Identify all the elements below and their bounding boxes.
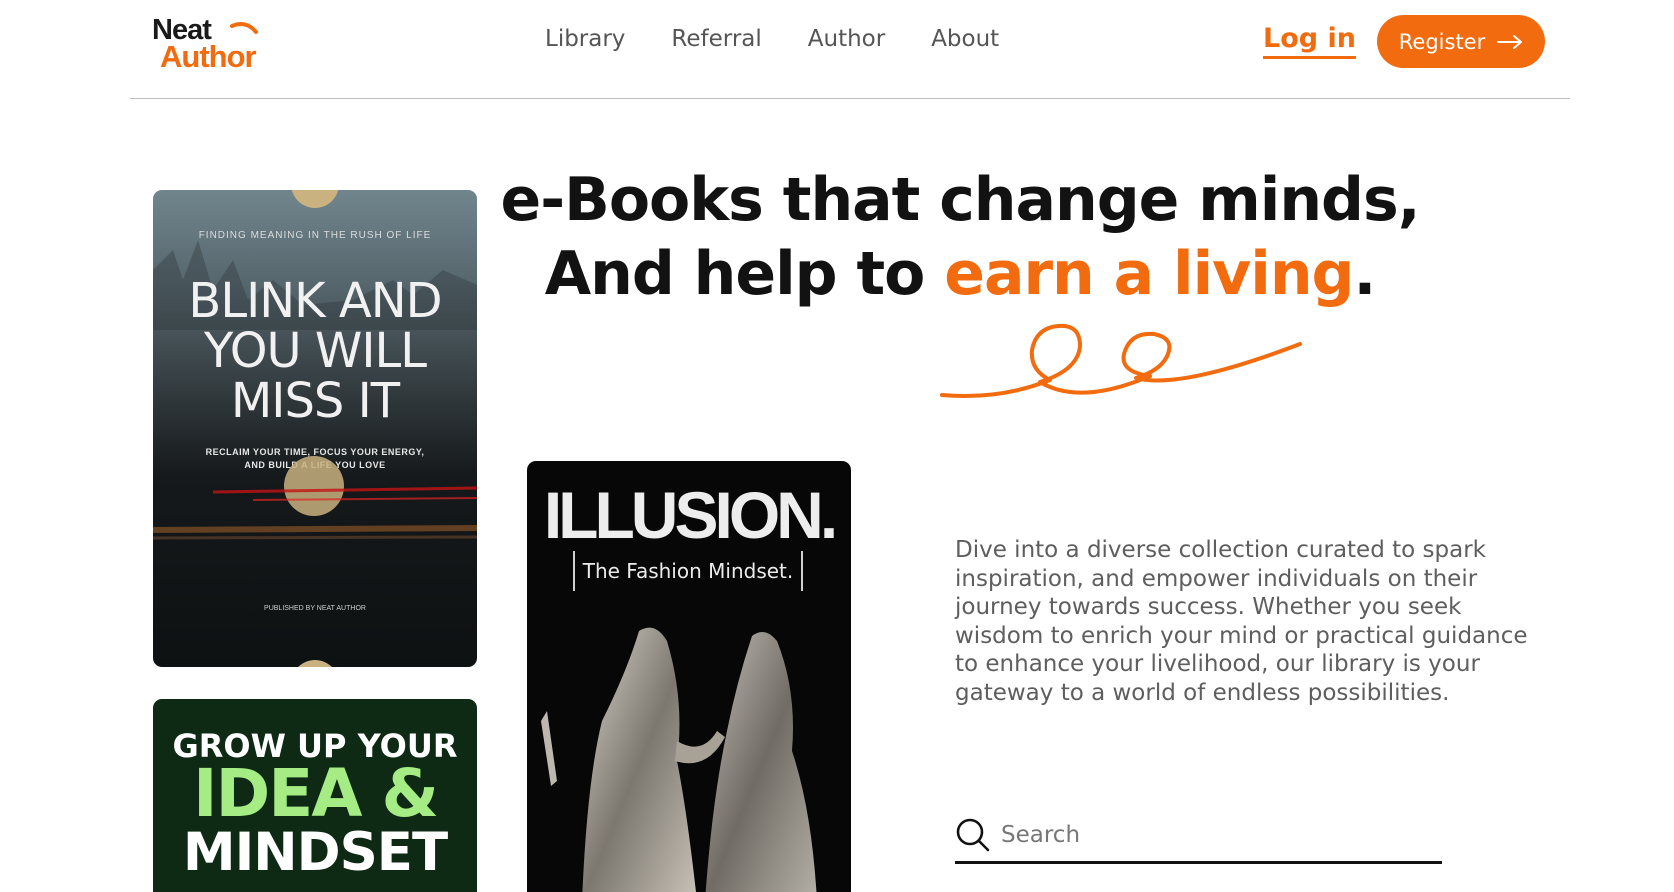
main-nav: Library Referral Author About — [545, 26, 999, 52]
search-icon[interactable] — [955, 817, 991, 853]
book-title: BLINK AND YOU WILL MISS IT — [188, 273, 442, 429]
squiggle-decoration — [940, 323, 1302, 398]
hero-line-2: And help to earn a living. — [490, 238, 1430, 310]
hero-description: Dive into a diverse collection curated t… — [955, 537, 1528, 706]
search-bar — [955, 808, 1442, 864]
login-link[interactable]: Log in — [1263, 22, 1356, 59]
search-input[interactable] — [1001, 821, 1421, 848]
book-cover-illusion[interactable]: ILLUSION. The Fashion Mindset. — [527, 461, 851, 892]
logo-text-author: Author — [160, 39, 257, 74]
book-kicker: FINDING MEANING IN THE RUSH OF LIFE — [198, 230, 432, 241]
decorative-dot-bottom — [291, 660, 339, 667]
neat-author-logo[interactable]: Neat Author — [152, 14, 282, 74]
register-button[interactable]: Register — [1377, 15, 1545, 68]
hero-line-1: e-Books that change minds, — [500, 165, 1421, 235]
site-header: Neat Author Library Referral Author Abou… — [0, 0, 1674, 100]
hero-line-2-prefix: And help to — [544, 239, 945, 309]
nav-referral[interactable]: Referral — [671, 26, 761, 52]
register-label: Register — [1398, 29, 1486, 54]
header-divider — [130, 98, 1570, 99]
hero-line-2-suffix: . — [1353, 239, 1377, 309]
hero-accent-text: earn a living — [944, 239, 1354, 309]
book-title-line3: MINDSET — [182, 822, 448, 883]
book-cover-grow[interactable]: GROW UP YOUR IDEA & MINDSET — [153, 699, 477, 892]
book-title: ILLUSION. — [543, 478, 838, 552]
arrow-right-icon — [1497, 34, 1523, 49]
nav-author[interactable]: Author — [808, 26, 885, 52]
nav-library[interactable]: Library — [545, 26, 625, 52]
hero-heading: e-Books that change minds, And help to e… — [490, 164, 1430, 310]
decorative-dot-top — [291, 190, 339, 208]
book-cover-blink[interactable]: FINDING MEANING IN THE RUSH OF LIFE BLIN… — [153, 190, 477, 667]
light-trails-illustration — [153, 486, 477, 540]
fashion-figures-illustration — [541, 627, 817, 892]
nav-about[interactable]: About — [931, 26, 999, 52]
book-publisher: PUBLISHED BY NEAT AUTHOR — [264, 605, 366, 612]
book-subtitle: The Fashion Mindset. — [582, 559, 794, 583]
book-title-line2: IDEA & — [192, 755, 439, 832]
